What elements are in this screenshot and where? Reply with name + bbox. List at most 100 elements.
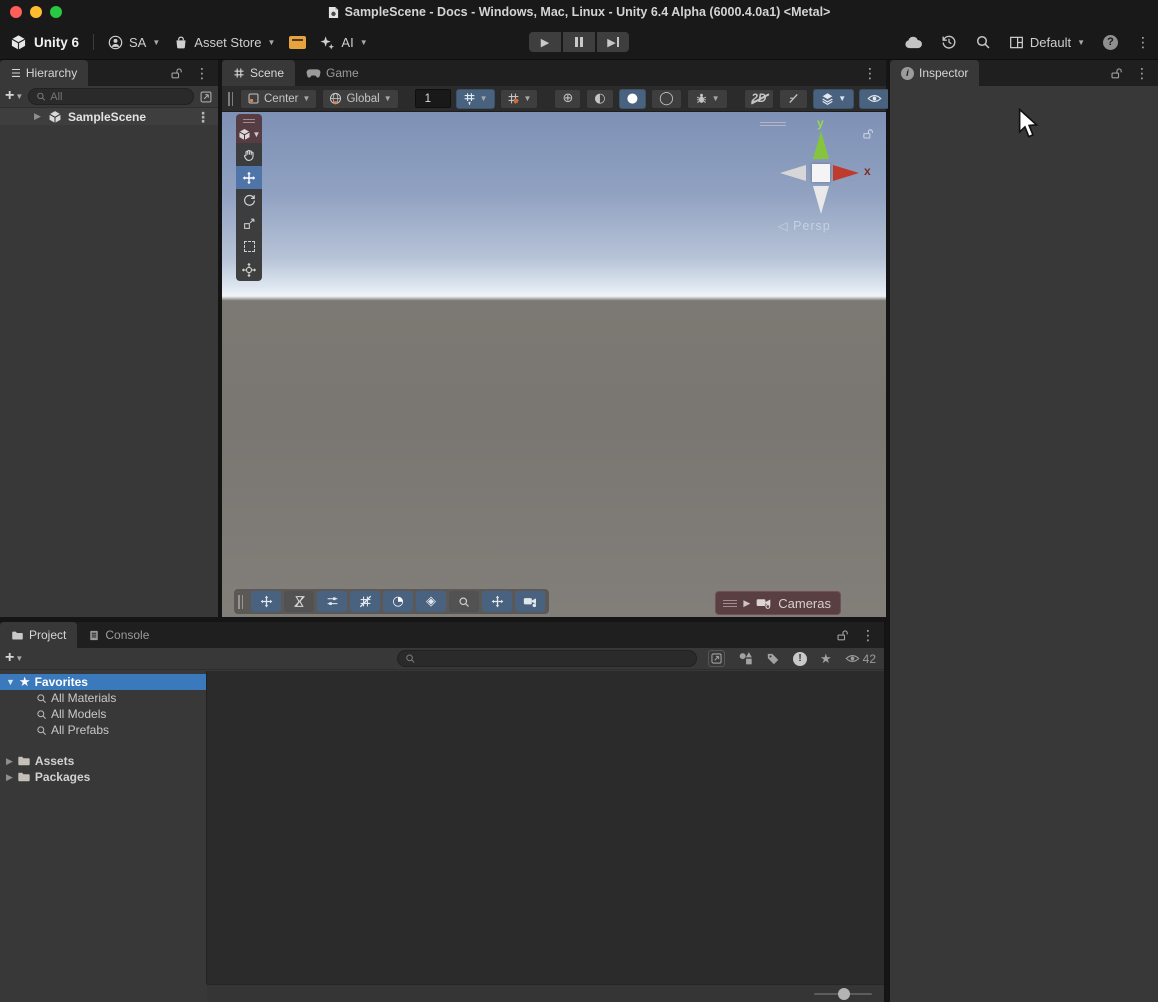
hierarchy-search[interactable] bbox=[28, 88, 194, 105]
timescale-overlay-button[interactable] bbox=[284, 591, 314, 612]
tab-project[interactable]: Project bbox=[0, 622, 77, 648]
package-import-button[interactable] bbox=[289, 36, 306, 49]
tool-handle-rotation-dropdown[interactable]: Global ▼ bbox=[322, 89, 398, 109]
lock-icon[interactable] bbox=[170, 67, 183, 80]
fog-toggle[interactable]: ◯ bbox=[651, 89, 682, 109]
search-overlay-button[interactable] bbox=[449, 591, 479, 612]
expander-icon[interactable]: ▶ bbox=[6, 756, 13, 767]
filter-by-type-icon[interactable] bbox=[738, 651, 753, 666]
tree-item-assets[interactable]: ▶ Assets bbox=[0, 753, 206, 769]
projection-mode-label[interactable]: ◁ Persp bbox=[778, 218, 831, 233]
layout-dropdown[interactable]: Default ▼ bbox=[1009, 35, 1085, 50]
kebab-menu-icon[interactable]: ⋮ bbox=[863, 66, 877, 80]
axis-x-cone[interactable] bbox=[833, 165, 859, 181]
open-search-window-icon[interactable] bbox=[199, 90, 213, 104]
scale-tool-button[interactable] bbox=[236, 212, 262, 235]
tree-item-packages[interactable]: ▶ Packages bbox=[0, 769, 206, 785]
cameras-overlay[interactable]: ▶ Cameras bbox=[715, 591, 841, 615]
cloud-icon[interactable] bbox=[904, 36, 923, 49]
orientation-gizmo[interactable]: y x ◁ Persp bbox=[760, 116, 876, 241]
snap-increment-dropdown[interactable]: ▼ bbox=[456, 89, 495, 109]
axis-y-cone[interactable] bbox=[813, 131, 829, 159]
overlay-drag-handle[interactable] bbox=[238, 595, 246, 609]
lighting-toggle[interactable]: ◐ bbox=[586, 89, 613, 109]
close-window-button[interactable] bbox=[10, 6, 22, 18]
icon-size-slider[interactable] bbox=[814, 993, 872, 995]
kebab-menu-icon[interactable]: ⋮ bbox=[861, 628, 875, 642]
view-options-overlay-button[interactable]: ◔ bbox=[383, 591, 413, 612]
kebab-menu-icon[interactable]: ⋮ bbox=[1135, 66, 1149, 80]
scene-visibility-eye-toggle[interactable] bbox=[859, 89, 890, 109]
gizmos-overlay-button[interactable]: ◈ bbox=[416, 591, 446, 612]
hidden-count-badge[interactable]: 42 bbox=[845, 652, 876, 666]
project-search[interactable] bbox=[397, 650, 697, 667]
search-icon[interactable] bbox=[975, 34, 991, 50]
expand-icon[interactable]: ▶ bbox=[743, 598, 750, 609]
orientation-overlay-button[interactable] bbox=[482, 591, 512, 612]
tree-item-all-materials[interactable]: All Materials bbox=[0, 690, 206, 706]
overlay-drag-handle[interactable] bbox=[228, 92, 233, 106]
cameras-overlay-button[interactable] bbox=[515, 591, 545, 612]
overlay-drag-handle[interactable] bbox=[243, 117, 255, 125]
shading-mode-toggle[interactable]: ⊕ bbox=[554, 89, 581, 109]
step-button[interactable]: ▶ bbox=[597, 32, 629, 52]
transform-tool-button[interactable] bbox=[236, 258, 262, 281]
expander-icon[interactable]: ▶ bbox=[6, 772, 13, 783]
tool-handle-position-dropdown[interactable]: Center ▼ bbox=[240, 89, 317, 109]
lock-icon[interactable] bbox=[836, 629, 849, 642]
tab-inspector[interactable]: i Inspector bbox=[890, 60, 979, 86]
move-overlay-button[interactable] bbox=[251, 591, 281, 612]
tab-hierarchy[interactable]: ☰ Hierarchy bbox=[0, 60, 88, 86]
open-search-window-button[interactable] bbox=[708, 650, 725, 667]
tab-game[interactable]: Game bbox=[295, 60, 370, 86]
tool-settings-overlay-button[interactable] bbox=[317, 591, 347, 612]
zoom-window-button[interactable] bbox=[50, 6, 62, 18]
help-icon[interactable]: ? bbox=[1103, 35, 1118, 50]
tab-scene[interactable]: Scene bbox=[222, 60, 295, 86]
axis-neg-x-cone[interactable] bbox=[780, 165, 806, 181]
asset-store-dropdown[interactable]: Asset Store ▼ bbox=[174, 35, 275, 50]
overlay-drag-handle[interactable] bbox=[760, 120, 786, 128]
rotate-tool-button[interactable] bbox=[236, 189, 262, 212]
scene-viewport[interactable]: ▼ y x ◁ Persp bbox=[222, 112, 886, 618]
ai-dropdown[interactable]: AI ▼ bbox=[320, 35, 367, 50]
kebab-menu-icon[interactable]: ⋮ bbox=[1136, 35, 1150, 49]
favorites-filter-icon[interactable]: ★ bbox=[820, 651, 832, 667]
project-search-input[interactable] bbox=[419, 653, 689, 665]
2d-view-toggle[interactable]: 2D bbox=[744, 89, 775, 109]
pause-button[interactable] bbox=[563, 32, 595, 52]
tree-item-favorites[interactable]: ▼ ★ Favorites bbox=[0, 674, 206, 690]
tree-item-all-models[interactable]: All Models bbox=[0, 706, 206, 722]
hierarchy-item-samplescene[interactable]: ▶ SampleScene ⋮ bbox=[0, 108, 218, 125]
tool-context-dropdown[interactable]: ▼ bbox=[238, 128, 261, 141]
lock-icon[interactable] bbox=[862, 128, 874, 140]
minimize-window-button[interactable] bbox=[30, 6, 42, 18]
create-asset-button[interactable]: + ▼ bbox=[5, 652, 23, 666]
hierarchy-search-input[interactable] bbox=[50, 91, 186, 103]
add-object-button[interactable]: + ▼ bbox=[5, 90, 23, 104]
tree-item-all-prefabs[interactable]: All Prefabs bbox=[0, 722, 206, 738]
grid-visibility-dropdown[interactable]: ▼ bbox=[500, 89, 539, 109]
overlay-drag-handle[interactable] bbox=[723, 598, 737, 609]
axis-neg-y-cone[interactable] bbox=[813, 186, 829, 214]
play-button[interactable]: ▶ bbox=[529, 32, 561, 52]
grid-size-field[interactable] bbox=[415, 89, 451, 108]
move-tool-button[interactable] bbox=[236, 166, 262, 189]
lock-icon[interactable] bbox=[1110, 67, 1123, 80]
skybox-toggle[interactable]: ● bbox=[619, 89, 646, 109]
expander-icon[interactable]: ▶ bbox=[34, 111, 41, 122]
rect-tool-button[interactable] bbox=[236, 235, 262, 258]
kebab-menu-icon[interactable]: ⋮ bbox=[195, 66, 209, 80]
expander-icon[interactable]: ▼ bbox=[6, 677, 15, 687]
audio-mute-toggle[interactable] bbox=[779, 89, 808, 109]
grid-snap-overlay-button[interactable] bbox=[350, 591, 380, 612]
kebab-menu-icon[interactable]: ⋮ bbox=[196, 110, 210, 124]
importance-filter-icon[interactable]: ! bbox=[793, 652, 807, 666]
effects-dropdown[interactable]: ▼ bbox=[687, 89, 728, 109]
history-icon[interactable] bbox=[941, 34, 957, 50]
scene-visibility-dropdown[interactable]: ▼ bbox=[813, 89, 854, 109]
view-tool-button[interactable] bbox=[236, 143, 262, 166]
slider-knob[interactable] bbox=[838, 988, 850, 1000]
tab-console[interactable]: Console bbox=[77, 622, 160, 648]
gizmo-center-cube[interactable] bbox=[812, 164, 830, 182]
